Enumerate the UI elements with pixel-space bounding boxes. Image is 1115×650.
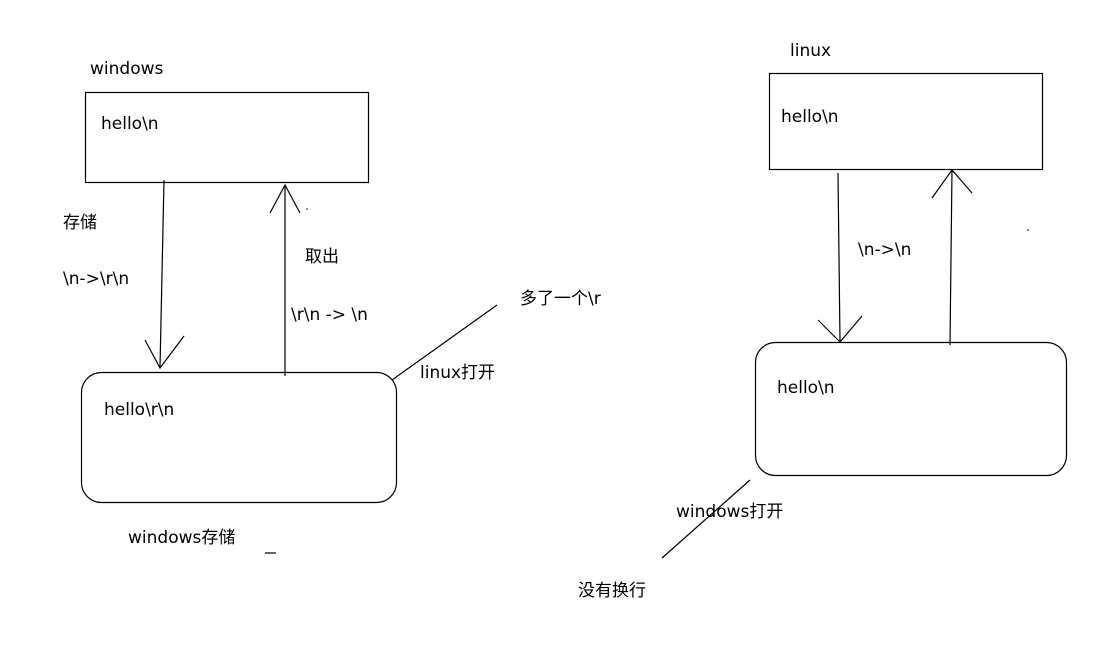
right-down-arrow bbox=[817, 172, 863, 343]
store-label: 存储 bbox=[63, 213, 97, 233]
right-title: linux bbox=[790, 41, 831, 61]
left-open-result: 多了一个\r bbox=[520, 289, 601, 309]
left-bottom-box-text: hello\r\n bbox=[104, 400, 174, 420]
retrieve-conversion: \r\n -> \n bbox=[291, 305, 368, 325]
left-title: windows bbox=[90, 59, 163, 79]
right-open-result: 没有换行 bbox=[578, 581, 646, 601]
left-open-label: linux打开 bbox=[420, 363, 495, 383]
store-arrow bbox=[144, 179, 185, 370]
left-bottom-caption: windows存储 bbox=[128, 528, 235, 548]
left-top-box bbox=[84, 91, 370, 184]
store-conversion: \n->\r\n bbox=[63, 269, 129, 289]
stray-dot bbox=[306, 208, 308, 210]
retrieve-arrow bbox=[269, 183, 301, 376]
left-bottom-box bbox=[80, 371, 398, 504]
newline-diagram: windows hello\n 存储 \n->\r\n 取出 \r\n -> \… bbox=[63, 41, 1068, 601]
right-conversion: \n->\n bbox=[858, 240, 911, 260]
stray-dot-right bbox=[1027, 229, 1029, 231]
right-bottom-box bbox=[754, 341, 1068, 477]
right-up-arrow bbox=[931, 169, 973, 346]
right-top-box-text: hello\n bbox=[781, 107, 839, 127]
right-bottom-box-text: hello\n bbox=[777, 378, 835, 398]
right-open-label: windows打开 bbox=[676, 502, 783, 522]
left-top-box-text: hello\n bbox=[101, 114, 159, 134]
retrieve-label: 取出 bbox=[305, 247, 339, 267]
